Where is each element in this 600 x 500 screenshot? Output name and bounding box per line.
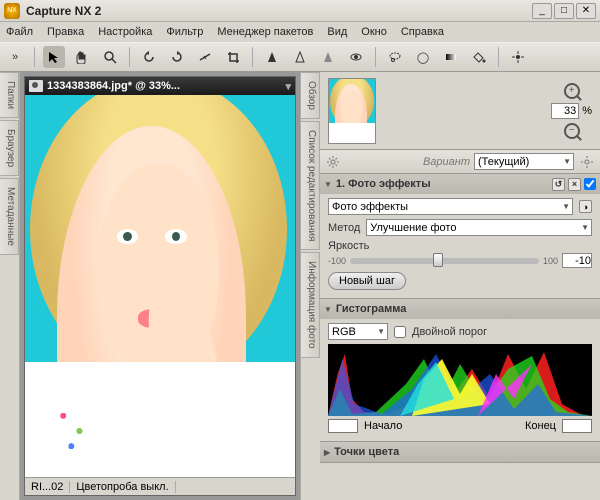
start-swatch[interactable]: [328, 419, 358, 433]
expand-left-icon[interactable]: »: [4, 46, 26, 68]
tab-edit-list[interactable]: Список редактирования: [301, 121, 320, 250]
gear-menu-icon[interactable]: [580, 155, 594, 169]
tab-browser[interactable]: Браузер: [0, 120, 19, 176]
colorpoints-panel: ▶ Точки цвета: [320, 442, 600, 463]
histogram-channel-combo[interactable]: RGB▼: [328, 323, 388, 340]
fill-tool[interactable]: [468, 46, 490, 68]
close-button[interactable]: ✕: [576, 3, 596, 19]
delete-button[interactable]: ×: [568, 178, 581, 191]
thumbnail[interactable]: [328, 78, 376, 144]
maximize-button[interactable]: □: [554, 3, 574, 19]
control-point-tool[interactable]: [507, 46, 529, 68]
gradient-tool[interactable]: [440, 46, 462, 68]
colorpoints-header[interactable]: ▶ Точки цвета: [320, 442, 600, 462]
end-swatch[interactable]: [562, 419, 592, 433]
start-label: Начало: [364, 420, 402, 432]
effects-header[interactable]: ▼ 1. Фото эффекты ↺ ×: [320, 174, 600, 194]
collapse-icon: ▼: [324, 180, 332, 189]
zoom-out-button[interactable]: −: [564, 123, 580, 139]
rotate-cw-tool[interactable]: [166, 46, 188, 68]
black-point-tool[interactable]: [261, 46, 283, 68]
variant-label: Вариант: [423, 156, 470, 168]
status-file: RI...02: [25, 481, 70, 493]
zoom-unit: %: [582, 105, 592, 117]
apply-icon[interactable]: ◑: [579, 200, 592, 213]
zoom-in-button[interactable]: +: [564, 83, 580, 99]
right-sidebar-tabs: Обзор Список редактирования Информация ф…: [300, 72, 320, 500]
brightness-slider[interactable]: [350, 258, 539, 264]
image-canvas[interactable]: [25, 95, 295, 477]
menu-window[interactable]: Окно: [361, 26, 387, 38]
rotate-ccw-tool[interactable]: [138, 46, 160, 68]
variant-combo[interactable]: (Текущий)▼: [474, 153, 574, 170]
menu-filter[interactable]: Фильтр: [166, 26, 203, 38]
gray-point-tool[interactable]: [317, 46, 339, 68]
crop-tool[interactable]: [222, 46, 244, 68]
brightness-label: Яркость: [328, 240, 592, 252]
histogram-header[interactable]: ▼ Гистограмма: [320, 299, 600, 319]
collapse-icon: ▼: [324, 305, 332, 314]
brightness-input[interactable]: [562, 253, 592, 268]
menu-view[interactable]: Вид: [327, 26, 347, 38]
new-step-button[interactable]: Новый шаг: [328, 272, 406, 290]
end-label: Конец: [525, 420, 556, 432]
histogram-display: [328, 344, 592, 416]
zoom-input[interactable]: [551, 103, 579, 119]
threshold-checkbox[interactable]: [394, 326, 406, 338]
arrow-tool[interactable]: [43, 46, 65, 68]
canvas-area: 1334383864.jpg* @ 33%... ▾ RI...02 Цвето…: [20, 72, 300, 500]
effects-enable-checkbox[interactable]: [584, 178, 596, 190]
tab-metadata[interactable]: Метаданные: [0, 178, 19, 255]
menu-settings[interactable]: Настройка: [98, 26, 152, 38]
camera-icon: [29, 80, 43, 92]
method-combo[interactable]: Улучшение фото▼: [366, 219, 592, 236]
status-softproof: Цветопроба выкл.: [70, 481, 175, 493]
menu-batch[interactable]: Менеджер пакетов: [217, 26, 313, 38]
effects-panel: ▼ 1. Фото эффекты ↺ × Фото эффекты▼ ◑: [320, 174, 600, 299]
left-sidebar-tabs: Папки Браузер Метаданные: [0, 72, 20, 500]
minimize-button[interactable]: _: [532, 3, 552, 19]
document-close-button[interactable]: ▾: [285, 80, 291, 93]
app-icon: NX: [4, 3, 20, 19]
white-point-tool[interactable]: [289, 46, 311, 68]
tab-overview[interactable]: Обзор: [301, 72, 320, 119]
menu-edit[interactable]: Правка: [47, 26, 84, 38]
selection-brush-tool[interactable]: ◯: [412, 46, 434, 68]
expand-icon: ▶: [324, 448, 330, 457]
hand-tool[interactable]: [71, 46, 93, 68]
threshold-label: Двойной порог: [412, 326, 487, 338]
straighten-tool[interactable]: [194, 46, 216, 68]
menu-file[interactable]: Файл: [6, 26, 33, 38]
zoom-tool[interactable]: [99, 46, 121, 68]
effect-type-combo[interactable]: Фото эффекты▼: [328, 198, 573, 215]
histogram-panel: ▼ Гистограмма RGB▼ Двойной порог: [320, 299, 600, 442]
document-title: 1334383864.jpg* @ 33%...: [47, 80, 180, 92]
menu-help[interactable]: Справка: [401, 26, 444, 38]
tab-photo-info[interactable]: Информация фото: [301, 252, 320, 358]
redeye-tool[interactable]: [345, 46, 367, 68]
overview-panel: + % −: [320, 72, 600, 150]
menu-bar: Файл Правка Настройка Фильтр Менеджер па…: [0, 22, 600, 42]
main-toolbar: » ◯: [0, 42, 600, 72]
method-label: Метод: [328, 222, 360, 234]
tab-folders[interactable]: Папки: [0, 72, 19, 118]
variant-row: Вариант (Текущий)▼: [320, 150, 600, 174]
window-title: Capture NX 2: [26, 4, 532, 18]
document-titlebar: 1334383864.jpg* @ 33%... ▾: [25, 77, 295, 95]
reset-button[interactable]: ↺: [552, 178, 565, 191]
lasso-tool[interactable]: [384, 46, 406, 68]
gear-icon[interactable]: [326, 155, 340, 169]
document-statusbar: RI...02 Цветопроба выкл.: [25, 477, 295, 495]
